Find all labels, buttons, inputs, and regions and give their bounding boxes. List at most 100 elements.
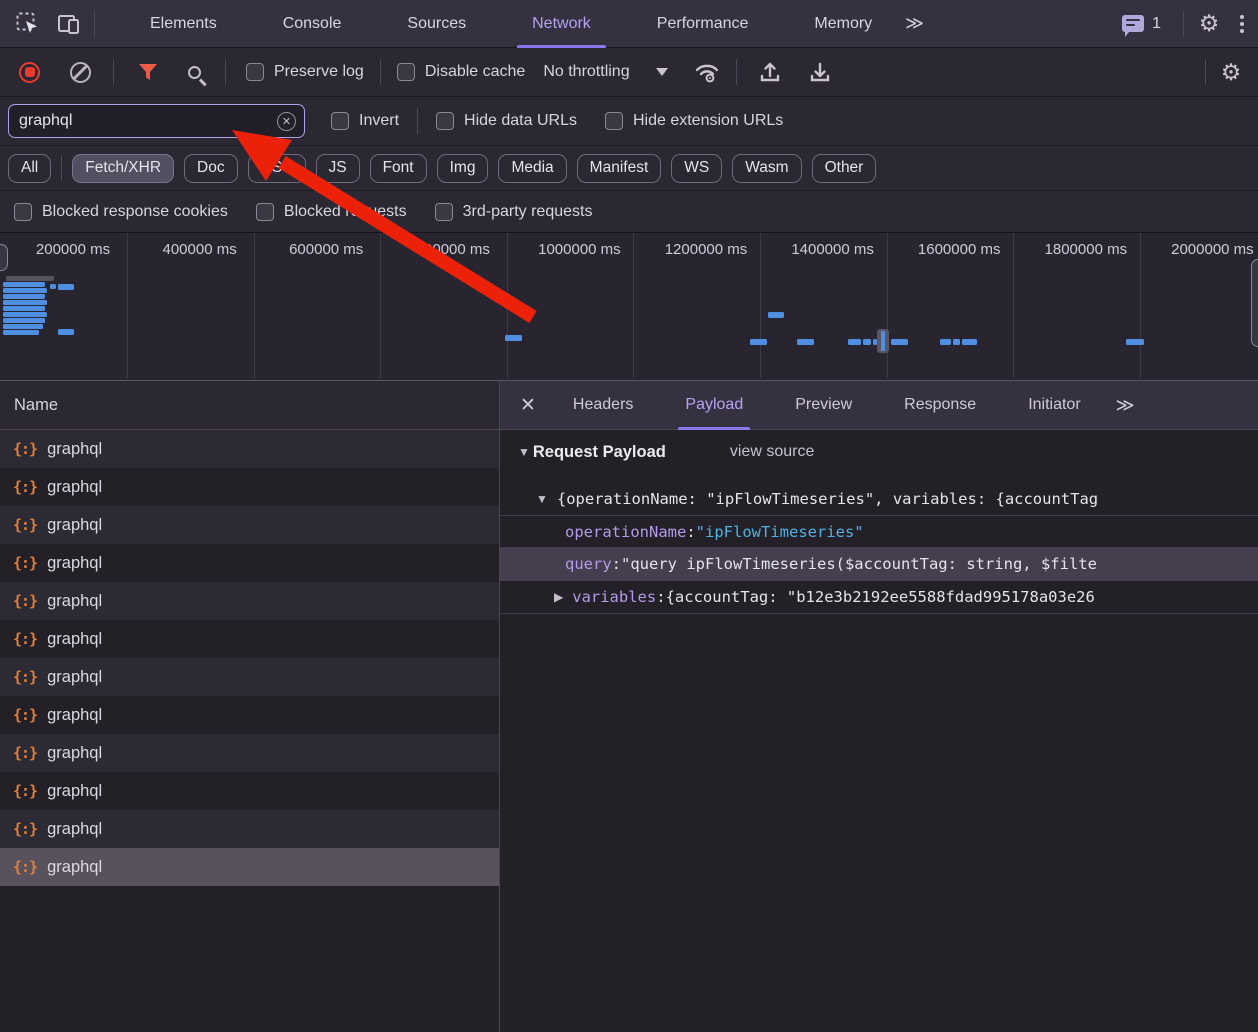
- collapse-triangle-icon[interactable]: ▼: [518, 445, 530, 459]
- detail-tab-response[interactable]: Response: [887, 381, 993, 430]
- name-column-label: Name: [14, 396, 58, 415]
- payload-tree-row[interactable]: ▶variables: {accountTag: "b12e3b2192ee55…: [500, 581, 1258, 614]
- request-row[interactable]: {:}graphql: [0, 506, 499, 544]
- request-timing-bar: [505, 335, 522, 341]
- overview-left-handle[interactable]: [0, 244, 8, 271]
- request-timing-bar: [1126, 339, 1144, 345]
- clear-filter-icon[interactable]: ✕: [277, 112, 296, 131]
- view-source-link[interactable]: view source: [730, 443, 814, 461]
- export-har-icon[interactable]: [809, 61, 831, 83]
- checkbox[interactable]: [397, 63, 415, 81]
- detail-tab-initiator[interactable]: Initiator: [1011, 381, 1097, 430]
- request-row[interactable]: {:}graphql: [0, 430, 499, 468]
- chip-js[interactable]: JS: [316, 154, 360, 183]
- more-tabs-icon[interactable]: ≫: [893, 13, 936, 34]
- request-row[interactable]: {:}graphql: [0, 734, 499, 772]
- hide-data-urls-checkbox[interactable]: Hide data URLs: [436, 112, 577, 130]
- payload-tree-row[interactable]: operationName: "ipFlowTimeseries": [500, 515, 1258, 548]
- request-row[interactable]: {:}graphql: [0, 772, 499, 810]
- hide-extension-urls-label: Hide extension URLs: [633, 112, 783, 130]
- disable-cache-checkbox[interactable]: Disable cache: [397, 63, 526, 81]
- request-row[interactable]: {:}graphql: [0, 544, 499, 582]
- timeline-gridline: [760, 233, 761, 378]
- tab-elements[interactable]: Elements: [129, 0, 238, 48]
- detail-tab-payload[interactable]: Payload: [668, 381, 760, 430]
- expanded-triangle-icon[interactable]: ▼: [536, 492, 548, 506]
- chip-font[interactable]: Font: [370, 154, 427, 183]
- name-column-header[interactable]: Name: [0, 381, 499, 430]
- detail-tab-preview[interactable]: Preview: [778, 381, 869, 430]
- tab-memory[interactable]: Memory: [793, 0, 893, 48]
- checkbox[interactable]: [435, 203, 453, 221]
- request-timing-bar: [50, 284, 56, 289]
- chevron-down-icon: [656, 68, 668, 82]
- collapsed-triangle-icon[interactable]: ▶: [554, 590, 563, 604]
- checkbox[interactable]: [256, 203, 274, 221]
- preserve-log-checkbox[interactable]: Preserve log: [246, 63, 364, 81]
- chip-wasm[interactable]: Wasm: [732, 154, 801, 183]
- overview-right-handle[interactable]: [1251, 259, 1258, 347]
- chip-doc[interactable]: Doc: [184, 154, 238, 183]
- chip-other[interactable]: Other: [812, 154, 877, 183]
- throttling-select[interactable]: No throttling: [543, 62, 667, 82]
- device-toolbar-icon[interactable]: [52, 7, 86, 41]
- tab-performance[interactable]: Performance: [636, 0, 770, 48]
- detail-tab-headers[interactable]: Headers: [556, 381, 650, 430]
- search-icon[interactable]: [188, 66, 201, 79]
- network-overview-timeline[interactable]: 200000 ms400000 ms600000 ms800000 ms1000…: [0, 233, 1258, 381]
- hide-extension-urls-checkbox[interactable]: Hide extension URLs: [605, 112, 783, 130]
- chip-img[interactable]: Img: [437, 154, 489, 183]
- timeline-tick-label: 1600000 ms: [901, 241, 1017, 258]
- close-detail-icon[interactable]: ✕: [500, 394, 550, 417]
- request-row[interactable]: {:}graphql: [0, 468, 499, 506]
- third-party-requests-checkbox[interactable]: 3rd-party requests: [435, 203, 593, 221]
- settings-gear-icon[interactable]: ⚙: [1192, 7, 1226, 41]
- checkbox[interactable]: [605, 112, 623, 130]
- request-row[interactable]: {:}graphql: [0, 848, 499, 886]
- chip-ws[interactable]: WS: [671, 154, 722, 183]
- request-row[interactable]: {:}graphql: [0, 658, 499, 696]
- request-row[interactable]: {:}graphql: [0, 582, 499, 620]
- devtools-tabbar: Elements Console Sources Network Performance…: [0, 0, 1258, 48]
- payload-text-plain: {operationName: "ipFlowTimeseries", vari…: [557, 490, 1098, 508]
- invert-checkbox[interactable]: Invert: [331, 112, 399, 130]
- blocked-requests-label: Blocked requests: [284, 203, 407, 221]
- chip-media[interactable]: Media: [498, 154, 566, 183]
- request-timing-bar: [962, 339, 977, 345]
- blocked-requests-checkbox[interactable]: Blocked requests: [256, 203, 407, 221]
- checkbox[interactable]: [331, 112, 349, 130]
- filter-funnel-icon[interactable]: [138, 63, 158, 81]
- issues-icon[interactable]: [1122, 15, 1144, 32]
- request-row[interactable]: {:}graphql: [0, 810, 499, 848]
- chip-manifest[interactable]: Manifest: [577, 154, 662, 183]
- checkbox[interactable]: [14, 203, 32, 221]
- chip-css[interactable]: CSS: [248, 154, 306, 183]
- chip-all[interactable]: All: [8, 154, 51, 183]
- network-settings-gear-icon[interactable]: ⚙: [1214, 55, 1248, 89]
- checkbox[interactable]: [436, 112, 454, 130]
- tab-network[interactable]: Network: [511, 0, 612, 48]
- import-har-icon[interactable]: [759, 61, 781, 83]
- blocked-response-cookies-checkbox[interactable]: Blocked response cookies: [14, 203, 228, 221]
- tab-sources[interactable]: Sources: [386, 0, 487, 48]
- inspect-element-icon[interactable]: [10, 7, 44, 41]
- tab-console[interactable]: Console: [262, 0, 363, 48]
- more-detail-tabs-icon[interactable]: ≫: [1104, 395, 1147, 416]
- payload-tree-row[interactable]: query: "query ipFlowTimeseries($accountT…: [500, 548, 1258, 581]
- clear-network-log-icon[interactable]: [70, 62, 91, 83]
- payload-tree-row[interactable]: ▼ {operationName: "ipFlowTimeseries", var…: [500, 482, 1258, 515]
- record-network-log-icon[interactable]: [19, 62, 40, 83]
- timeline-gridline: [1013, 233, 1014, 378]
- kebab-menu-icon[interactable]: [1226, 15, 1258, 33]
- filter-input[interactable]: [19, 112, 277, 130]
- checkbox[interactable]: [246, 63, 264, 81]
- network-conditions-icon[interactable]: [694, 61, 720, 83]
- chip-fetch-xhr[interactable]: Fetch/XHR: [72, 154, 174, 183]
- timeline-gridline: [127, 233, 128, 378]
- request-row[interactable]: {:}graphql: [0, 696, 499, 734]
- request-timing-bar: [58, 284, 74, 290]
- disable-cache-label: Disable cache: [425, 63, 526, 81]
- request-timing-bar: [848, 339, 861, 345]
- request-row[interactable]: {:}graphql: [0, 620, 499, 658]
- divider: [1183, 11, 1184, 37]
